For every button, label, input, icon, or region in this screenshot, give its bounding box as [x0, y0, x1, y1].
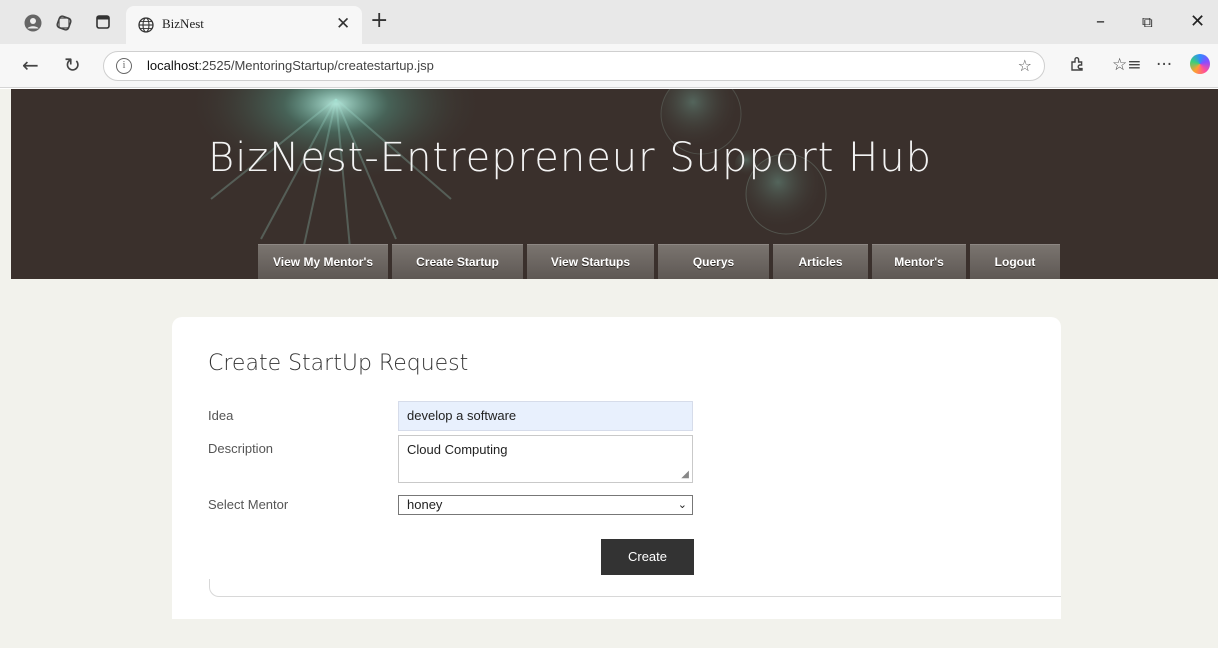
nav-articles[interactable]: Articles: [773, 244, 868, 279]
globe-icon: [138, 17, 154, 33]
url-field[interactable]: i localhost:2525/MentoringStartup/create…: [103, 51, 1045, 81]
browser-address-bar: ← ↻ i localhost:2525/MentoringStartup/cr…: [0, 44, 1218, 88]
close-tab-icon[interactable]: ✕: [336, 14, 350, 34]
url-host: localhost: [147, 58, 199, 73]
restore-icon[interactable]: ⧉: [1142, 12, 1153, 32]
profile-icon[interactable]: [24, 14, 42, 32]
nav-mentors[interactable]: Mentor's: [872, 244, 966, 279]
nav-create-startup[interactable]: Create Startup: [392, 244, 523, 279]
site-title: BizNest-Entrepreneur Support Hub: [208, 135, 932, 181]
more-options-icon[interactable]: ···: [1156, 55, 1172, 75]
tab-title: BizNest: [162, 16, 204, 31]
description-text: Cloud Computing: [407, 442, 508, 457]
minimize-icon[interactable]: –: [1096, 12, 1105, 32]
mentor-selected-value: honey: [407, 497, 443, 512]
browser-tab-active[interactable]: BizNest ✕: [126, 6, 362, 44]
form-title: Create StartUp Request: [208, 351, 469, 376]
nav-view-my-mentors[interactable]: View My Mentor's: [258, 244, 388, 279]
mentor-label: Select Mentor: [208, 497, 289, 512]
mentor-select[interactable]: honey ⌄: [398, 495, 693, 515]
site-info-icon[interactable]: i: [116, 58, 132, 74]
nav-querys[interactable]: Querys: [658, 244, 769, 279]
create-button[interactable]: Create: [601, 539, 694, 575]
description-textarea[interactable]: Cloud Computing ◢: [398, 435, 693, 483]
favorite-star-icon[interactable]: ☆: [1018, 56, 1032, 75]
tab-actions-icon[interactable]: [94, 14, 112, 32]
refresh-icon[interactable]: ↻: [64, 54, 81, 76]
workspaces-icon[interactable]: [55, 14, 73, 32]
back-icon[interactable]: ←: [22, 54, 39, 76]
url-path: :2525/MentoringStartup/createstartup.jsp: [198, 58, 434, 73]
url-text: localhost:2525/MentoringStartup/createst…: [147, 58, 434, 73]
close-window-icon[interactable]: ✕: [1190, 12, 1205, 32]
nav-view-startups[interactable]: View Startups: [527, 244, 654, 279]
nav-logout[interactable]: Logout: [970, 244, 1060, 279]
favorites-icon[interactable]: ☆≡: [1112, 55, 1141, 75]
create-startup-card: Create StartUp Request Idea develop a so…: [172, 317, 1061, 619]
browser-tab-bar: BizNest ✕ + – ⧉ ✕: [0, 0, 1218, 44]
resize-handle-icon[interactable]: ◢: [681, 470, 689, 480]
page-body: BizNest-Entrepreneur Support Hub View My…: [0, 89, 1218, 648]
idea-input[interactable]: develop a software: [398, 401, 693, 431]
new-tab-icon[interactable]: +: [370, 8, 388, 34]
extensions-icon[interactable]: [1068, 55, 1086, 78]
description-label: Description: [208, 441, 274, 456]
idea-label: Idea: [208, 408, 234, 423]
card-inner-border: [209, 579, 1061, 597]
chevron-down-icon: ⌄: [677, 499, 687, 511]
copilot-icon[interactable]: [1190, 54, 1210, 74]
